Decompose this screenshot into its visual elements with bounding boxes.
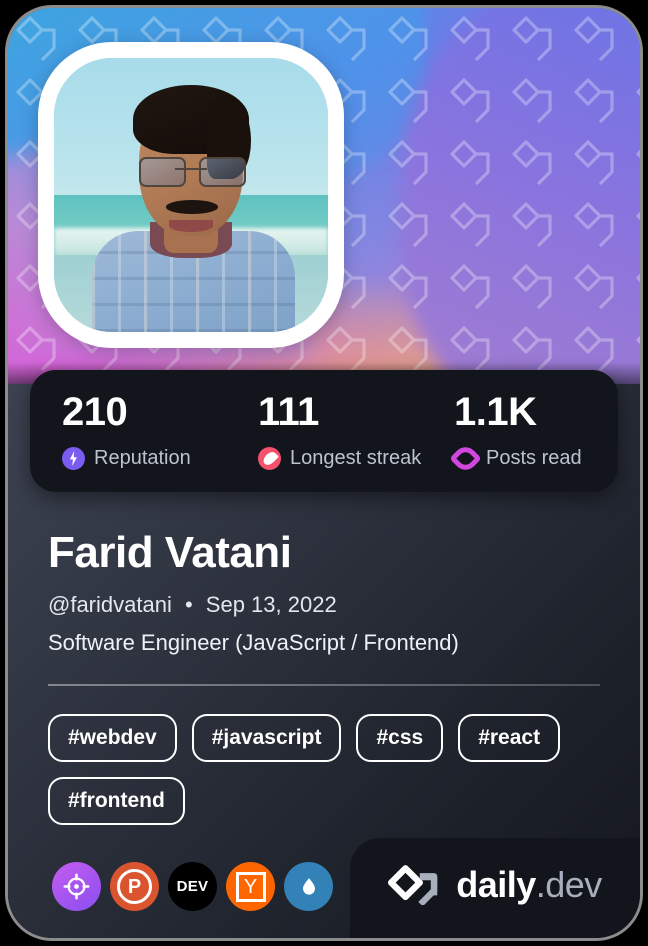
- profile-role: Software Engineer (JavaScript / Frontend…: [48, 630, 459, 655]
- stat-value: 210: [62, 390, 128, 434]
- flame-icon: [258, 447, 281, 470]
- glasses-lens-right: [198, 156, 246, 187]
- devto-badge[interactable]: DEV: [168, 862, 217, 911]
- hackernews-badge[interactable]: Y: [226, 862, 275, 911]
- stat-label: Reputation: [94, 447, 191, 469]
- photo-mouth: [169, 219, 213, 232]
- tag-item[interactable]: #javascript: [191, 713, 342, 762]
- stat-posts-read: 1.1K Posts read: [422, 370, 618, 492]
- hackernews-icon: Y: [235, 871, 266, 902]
- page-title: Farid Vatani: [48, 528, 292, 577]
- daily-dev-logo-icon: [388, 865, 438, 905]
- devto-icon: DEV: [176, 878, 209, 895]
- brand-wordmark: daily.dev: [456, 864, 602, 906]
- tag-item[interactable]: #webdev: [48, 713, 177, 762]
- tag-item[interactable]: #frontend: [48, 776, 185, 825]
- glasses-bridge: [174, 167, 208, 171]
- stat-longest-streak: 111 Longest streak: [226, 370, 422, 492]
- target-badge[interactable]: [52, 862, 101, 911]
- card-body: Farid Vatani @faridvatani • Sep 13, 2022…: [8, 492, 640, 825]
- water-drop-badge[interactable]: [284, 862, 333, 911]
- producthunt-badge[interactable]: P: [110, 862, 159, 911]
- tag-item[interactable]: #react: [458, 713, 561, 762]
- profile-meta: @faridvatani • Sep 13, 2022: [48, 592, 640, 618]
- devcard: 210 Reputation 111 Longest streak 1.1K P…: [8, 8, 640, 938]
- photo-glasses: [138, 156, 246, 187]
- joined-date: Sep 13, 2022: [205, 592, 337, 617]
- stat-label: Posts read: [486, 447, 582, 469]
- daily-dev-footer[interactable]: daily.dev: [350, 838, 640, 938]
- crosshair-icon: [63, 873, 90, 900]
- divider: [48, 684, 600, 686]
- droplet-icon: [302, 877, 315, 895]
- bolt-icon: [62, 447, 85, 470]
- username: @faridvatani: [48, 592, 172, 617]
- tag-list: #webdev #javascript #css #react #fronten…: [48, 713, 600, 825]
- eye-icon: [449, 442, 482, 475]
- stat-value: 111: [258, 390, 319, 434]
- avatar[interactable]: [38, 42, 344, 348]
- stats-bar: 210 Reputation 111 Longest streak 1.1K P…: [30, 370, 618, 492]
- brand-secondary: .dev: [535, 864, 603, 905]
- stat-value: 1.1K: [454, 390, 537, 434]
- brand-primary: daily: [456, 864, 536, 905]
- producthunt-icon: P: [117, 869, 152, 904]
- meta-separator: •: [184, 592, 193, 617]
- stat-reputation: 210 Reputation: [30, 370, 226, 492]
- card-header: [8, 8, 640, 384]
- tag-item[interactable]: #css: [356, 713, 444, 762]
- glasses-lens-left: [138, 156, 186, 187]
- avatar-photo: [54, 58, 328, 332]
- stat-label: Longest streak: [290, 447, 422, 469]
- badge-list: P DEV Y: [52, 862, 333, 911]
